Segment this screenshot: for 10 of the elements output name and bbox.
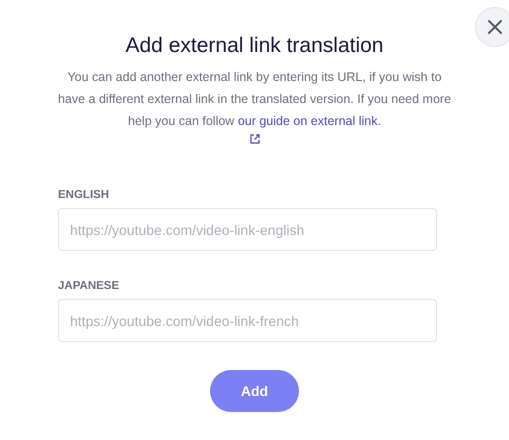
close-icon [487, 19, 503, 35]
description-text: You can add another external link by entering its URL, if you wish to have a different external link in the translated version. If you need more help you can follow our guide on external link. [56, 69, 452, 130]
url-input-field[interactable]: https://youtube.com/video-link-english [58, 208, 437, 251]
external-link-icon[interactable] [250, 134, 260, 144]
dialog-title: Add external link translation [124, 33, 384, 59]
field-label: JAPANESE [58, 279, 120, 293]
field-label: ENGLISH [58, 188, 110, 202]
close-button[interactable] [475, 7, 509, 47]
url-input-field[interactable]: https://youtube.com/video-link-french [58, 299, 437, 342]
guide-link[interactable]: our guide on external link. [238, 114, 381, 128]
